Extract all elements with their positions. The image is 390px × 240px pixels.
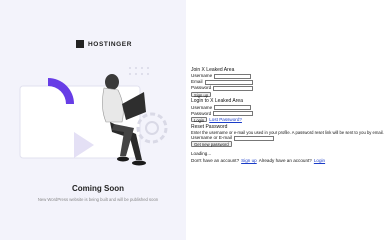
reset-field-label: Username or E-mail — [191, 135, 232, 141]
coming-soon-illustration — [19, 67, 168, 166]
illustration-gear — [136, 112, 168, 144]
join-email-label: Email — [191, 79, 203, 85]
get-new-password-button[interactable]: Get new password — [191, 141, 232, 147]
join-username-label: Username — [191, 73, 213, 79]
footer-login-link[interactable]: Login — [314, 158, 325, 164]
join-email-input[interactable] — [204, 79, 253, 85]
lost-password-link[interactable]: Lost Password? — [209, 117, 242, 123]
coming-soon-panel: HOSTINGER Coming Soon New WordPress webs — [0, 0, 186, 240]
coming-soon-title: Coming Soon — [72, 184, 124, 193]
signup-button[interactable]: Sign up — [191, 91, 212, 97]
login-password-label: Password — [191, 110, 212, 116]
no-account-text: Don't have an account? — [191, 157, 240, 163]
loading-text: Loading... — [191, 151, 212, 156]
join-password-label: Password — [191, 85, 212, 91]
auth-forms: Join X Leaked Area Username Email Passwo… — [191, 66, 387, 164]
login-password-input[interactable] — [213, 111, 254, 116]
join-password-input[interactable] — [213, 85, 254, 91]
hostinger-logo-icon — [76, 40, 84, 48]
reset-field-input[interactable] — [233, 135, 274, 141]
join-username-input[interactable] — [214, 73, 252, 79]
login-username-input[interactable] — [214, 105, 252, 110]
hostinger-logo: HOSTINGER — [76, 40, 132, 48]
login-username-label: Username — [191, 104, 213, 110]
illustration-dots — [129, 67, 149, 75]
logo-text: HOSTINGER — [88, 40, 133, 48]
have-account-text: Already have an account? — [258, 157, 312, 163]
login-button[interactable]: Login — [191, 116, 208, 123]
coming-soon-subtitle: New WordPress website is being built and… — [37, 197, 159, 202]
footer-signup-link[interactable]: Sign up — [241, 158, 257, 164]
